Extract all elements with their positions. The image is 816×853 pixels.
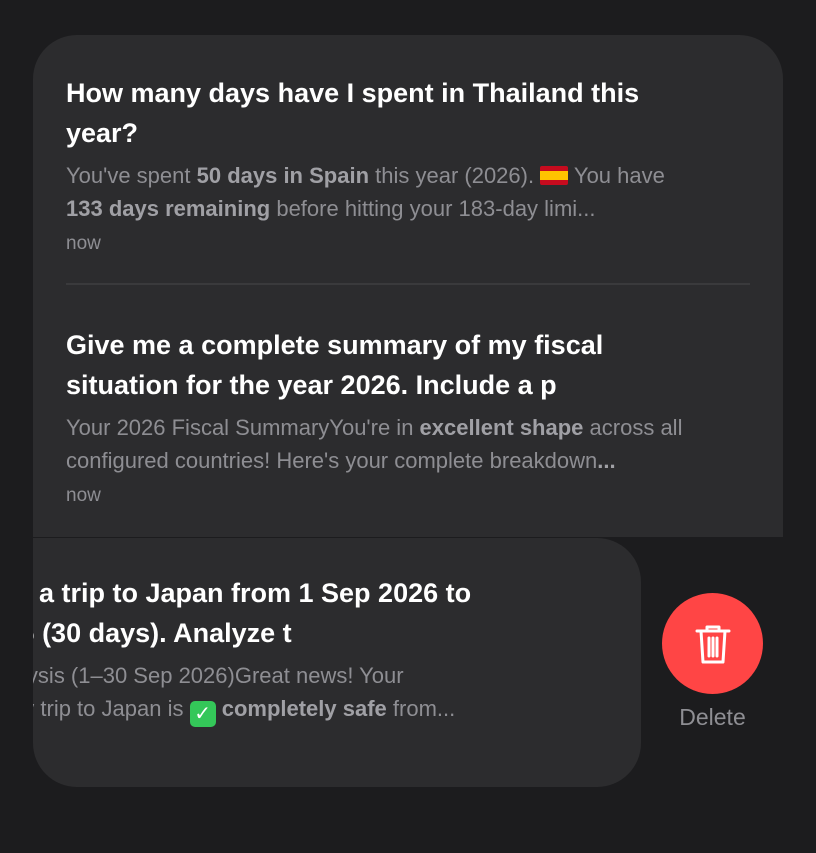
trash-icon xyxy=(695,625,730,663)
check-mark-icon: ✓ xyxy=(189,701,216,727)
delete-button[interactable] xyxy=(662,593,763,694)
conversation-timestamp: now xyxy=(66,485,101,506)
preview-text: this year (2026). xyxy=(369,163,541,188)
delete-label: Delete xyxy=(679,704,746,730)
conversation-timestamp: now xyxy=(66,233,101,254)
swiped-conversation-row[interactable]: ıning a trip to Japan from 1 Sep 2026 to… xyxy=(33,538,641,787)
preview-line: 30-day trip to Japan is ✓ completely saf… xyxy=(33,692,641,727)
conversation-preview: You've spent 50 days in Spain this year … xyxy=(66,159,750,225)
preview-bold: excellent shape xyxy=(419,415,584,440)
title-line: 2026 (30 days). Analyze t xyxy=(33,618,292,648)
screen: How many days have I spent in Thailand t… xyxy=(0,0,816,853)
preview-text: before hitting your 183-day limi... xyxy=(270,196,596,221)
conversation-preview: Your 2026 Fiscal SummaryYou're in excell… xyxy=(66,411,756,477)
conversation-title: ıning a trip to Japan from 1 Sep 2026 to… xyxy=(33,573,641,653)
preview-bold: 133 days remaining xyxy=(66,196,271,221)
conversation-title: Give me a complete summary of my fiscal … xyxy=(66,330,604,400)
spain-flag-icon xyxy=(540,166,569,185)
preview-bold: 50 days in Spain xyxy=(196,163,370,188)
preview-bold: ... xyxy=(597,448,616,473)
conversation-preview: ɔ Analysis (1–30 Sep 2026)Great news! Yo… xyxy=(33,659,641,727)
conversation-row[interactable]: Give me a complete summary of my fiscal … xyxy=(66,325,750,507)
conversation-list-card: How many days have I spent in Thailand t… xyxy=(33,35,783,537)
preview-bold: completely safe xyxy=(221,696,387,721)
preview-text: You have xyxy=(568,163,665,188)
conversation-title: How many days have I spent in Thailand t… xyxy=(66,78,640,148)
swiped-row-content: ıning a trip to Japan from 1 Sep 2026 to… xyxy=(33,573,641,727)
preview-text: from... xyxy=(386,696,456,721)
preview-text: You've spent xyxy=(66,163,197,188)
row-divider xyxy=(66,283,750,285)
preview-text: 30-day trip to Japan is xyxy=(33,696,184,721)
preview-line: ɔ Analysis (1–30 Sep 2026)Great news! Yo… xyxy=(33,663,404,688)
title-line: ıning a trip to Japan from 1 Sep 2026 to xyxy=(33,578,472,608)
preview-text: Your 2026 Fiscal SummaryYou're in xyxy=(66,415,420,440)
conversation-row[interactable]: How many days have I spent in Thailand t… xyxy=(66,73,750,255)
